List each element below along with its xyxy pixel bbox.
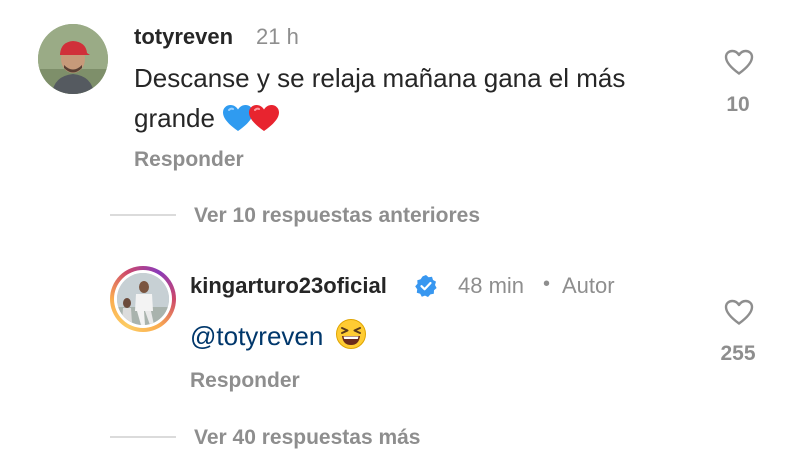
author-label: Autor xyxy=(562,273,615,298)
comment-text: Descanse y se relaja mañana gana el más … xyxy=(134,58,625,143)
reply-button[interactable]: Responder xyxy=(134,148,244,172)
thread-line xyxy=(110,436,176,438)
comment-text-line2-wrap: grande xyxy=(134,98,625,143)
comment-text-line2: grande xyxy=(134,103,215,133)
comment-timestamp: 21 h xyxy=(256,24,299,49)
reply-avatar[interactable] xyxy=(110,266,176,332)
reply-reply-button[interactable]: Responder xyxy=(190,369,300,393)
verified-badge-icon xyxy=(415,275,437,297)
heart-outline-icon[interactable] xyxy=(724,298,754,326)
reply-like-count: 255 xyxy=(720,342,756,365)
comment-text-line1: Descanse y se relaja mañana gana el más xyxy=(134,63,626,93)
reply-text: @totyreven xyxy=(190,316,367,361)
view-previous-replies-button[interactable]: Ver 10 respuestas anteriores xyxy=(194,204,480,228)
reply-avatar-image xyxy=(117,273,169,325)
reply-username[interactable]: kingarturo23oficial xyxy=(190,273,387,299)
mention-link[interactable]: @totyreven xyxy=(190,321,323,351)
meta-separator: • xyxy=(543,273,551,295)
view-more-replies-button[interactable]: Ver 40 respuestas más xyxy=(194,426,421,450)
grinning-squinting-emoji xyxy=(335,318,367,361)
thread-line xyxy=(110,214,176,216)
commenter-avatar-image xyxy=(38,24,108,94)
heart-outline-icon[interactable] xyxy=(724,48,754,76)
comments-section: totyreven 21 h Descanse y se relaja maña… xyxy=(0,0,800,468)
red-heart-emoji xyxy=(248,103,280,143)
reply-timestamp: 48 min xyxy=(458,273,525,298)
commenter-avatar[interactable] xyxy=(38,24,108,94)
commenter-username[interactable]: totyreven xyxy=(134,24,233,50)
comment-like-count: 10 xyxy=(726,93,750,116)
